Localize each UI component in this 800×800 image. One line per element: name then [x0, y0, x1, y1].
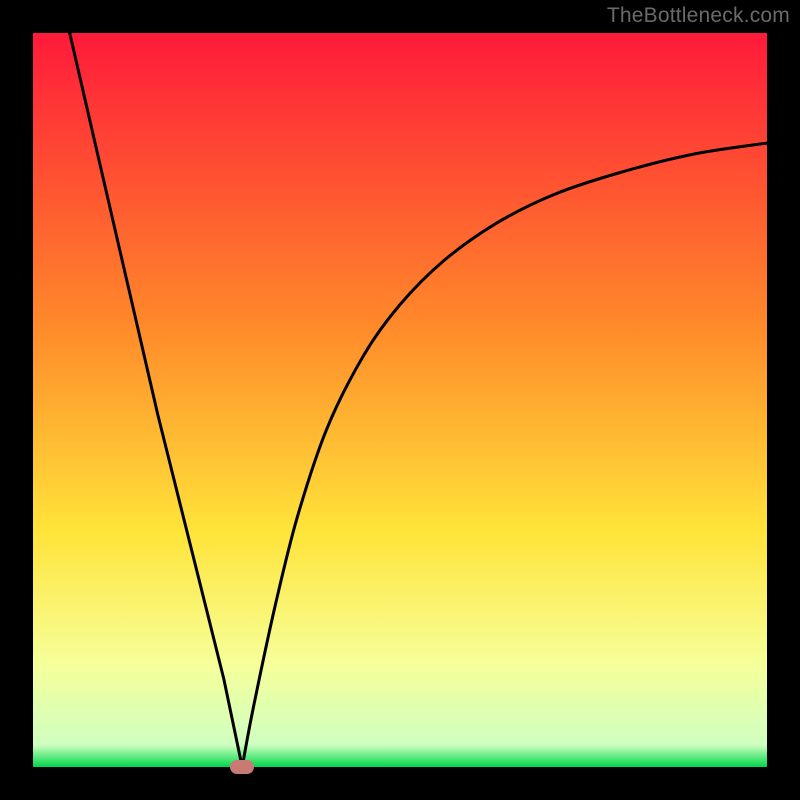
chart-frame: TheBottleneck.com — [0, 0, 800, 800]
watermark-text: TheBottleneck.com — [607, 4, 790, 28]
plot-background — [33, 33, 767, 767]
bottleneck-chart — [33, 33, 767, 767]
minimum-marker — [230, 760, 254, 774]
